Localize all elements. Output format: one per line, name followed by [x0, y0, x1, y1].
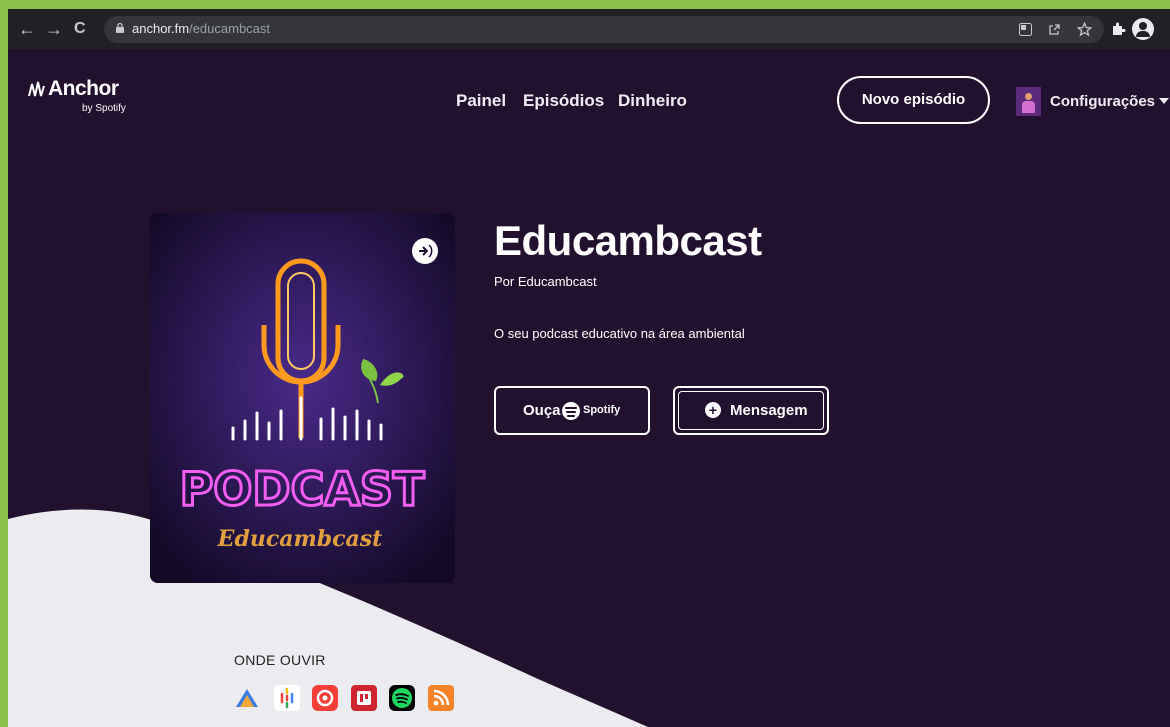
page: Anchor by Spotify Painel Episódios Dinhe… [8, 49, 1170, 727]
address-bar[interactable]: anchor.fm/educambcast [104, 16, 1104, 43]
radiopublic-icon[interactable] [351, 685, 377, 711]
spotify-icon [562, 402, 580, 420]
star-icon[interactable] [1077, 22, 1092, 37]
google-podcasts-icon[interactable] [274, 685, 300, 711]
spotify-label: Spotify [583, 404, 621, 416]
nav-painel[interactable]: Painel [456, 91, 506, 111]
cover-word: PODCAST [180, 462, 425, 516]
message-label: Mensagem [730, 402, 808, 419]
nav-dinheiro[interactable]: Dinheiro [618, 91, 687, 111]
plus-icon: + [705, 402, 721, 418]
cover-name: Educambcast [217, 526, 383, 552]
listen-on-spotify-button[interactable]: Ouça Spotify [494, 386, 650, 435]
url-host: anchor.fm [132, 21, 190, 36]
spotify-platform-icon[interactable] [389, 685, 415, 711]
anchor-wave-icon [28, 81, 45, 97]
message-button[interactable]: + Mensagem [673, 386, 829, 435]
share-icon[interactable] [1048, 23, 1061, 36]
url-path: /educambcast [189, 21, 271, 36]
back-icon[interactable]: ← [18, 18, 36, 40]
url-text: anchor.fm/educambcast [132, 21, 270, 36]
podcast-cover: PODCAST Educambcast [150, 213, 455, 583]
listen-label: Ouça [523, 402, 561, 419]
forward-icon[interactable]: → [45, 18, 63, 40]
reload-icon[interactable]: C [74, 18, 86, 40]
avatar[interactable] [1016, 87, 1041, 116]
lock-icon [116, 23, 124, 33]
logo-subtitle: by Spotify [82, 103, 126, 114]
profile-icon[interactable] [1132, 18, 1154, 40]
extensions-icon[interactable] [1111, 21, 1127, 37]
chevron-down-icon [1159, 98, 1170, 104]
settings-label: Configurações [1050, 93, 1156, 110]
nav-episodios[interactable]: Episódios [523, 91, 604, 111]
where-to-listen-heading: ONDE OUVIR [234, 652, 326, 668]
breaker-icon[interactable] [234, 685, 260, 711]
pocket-casts-icon[interactable] [312, 685, 338, 711]
settings-menu[interactable]: Configurações [1050, 93, 1170, 110]
new-episode-button[interactable]: Novo episódio [837, 76, 990, 124]
rss-icon[interactable] [428, 685, 454, 711]
podcast-description: O seu podcast educativo na área ambienta… [494, 326, 745, 341]
browser-toolbar: ← → C anchor.fm/educambcast [8, 9, 1170, 49]
browser-window: ← → C anchor.fm/educambcast Anchor by Sp… [8, 9, 1170, 727]
anchor-logo[interactable]: Anchor by Spotify [28, 77, 126, 114]
podcast-byline: Por Educambcast [494, 274, 597, 289]
logo-text: Anchor [48, 77, 119, 100]
translate-icon[interactable] [1019, 23, 1032, 36]
podcast-title: Educambcast [494, 217, 762, 264]
cover-art: PODCAST Educambcast [150, 213, 455, 583]
